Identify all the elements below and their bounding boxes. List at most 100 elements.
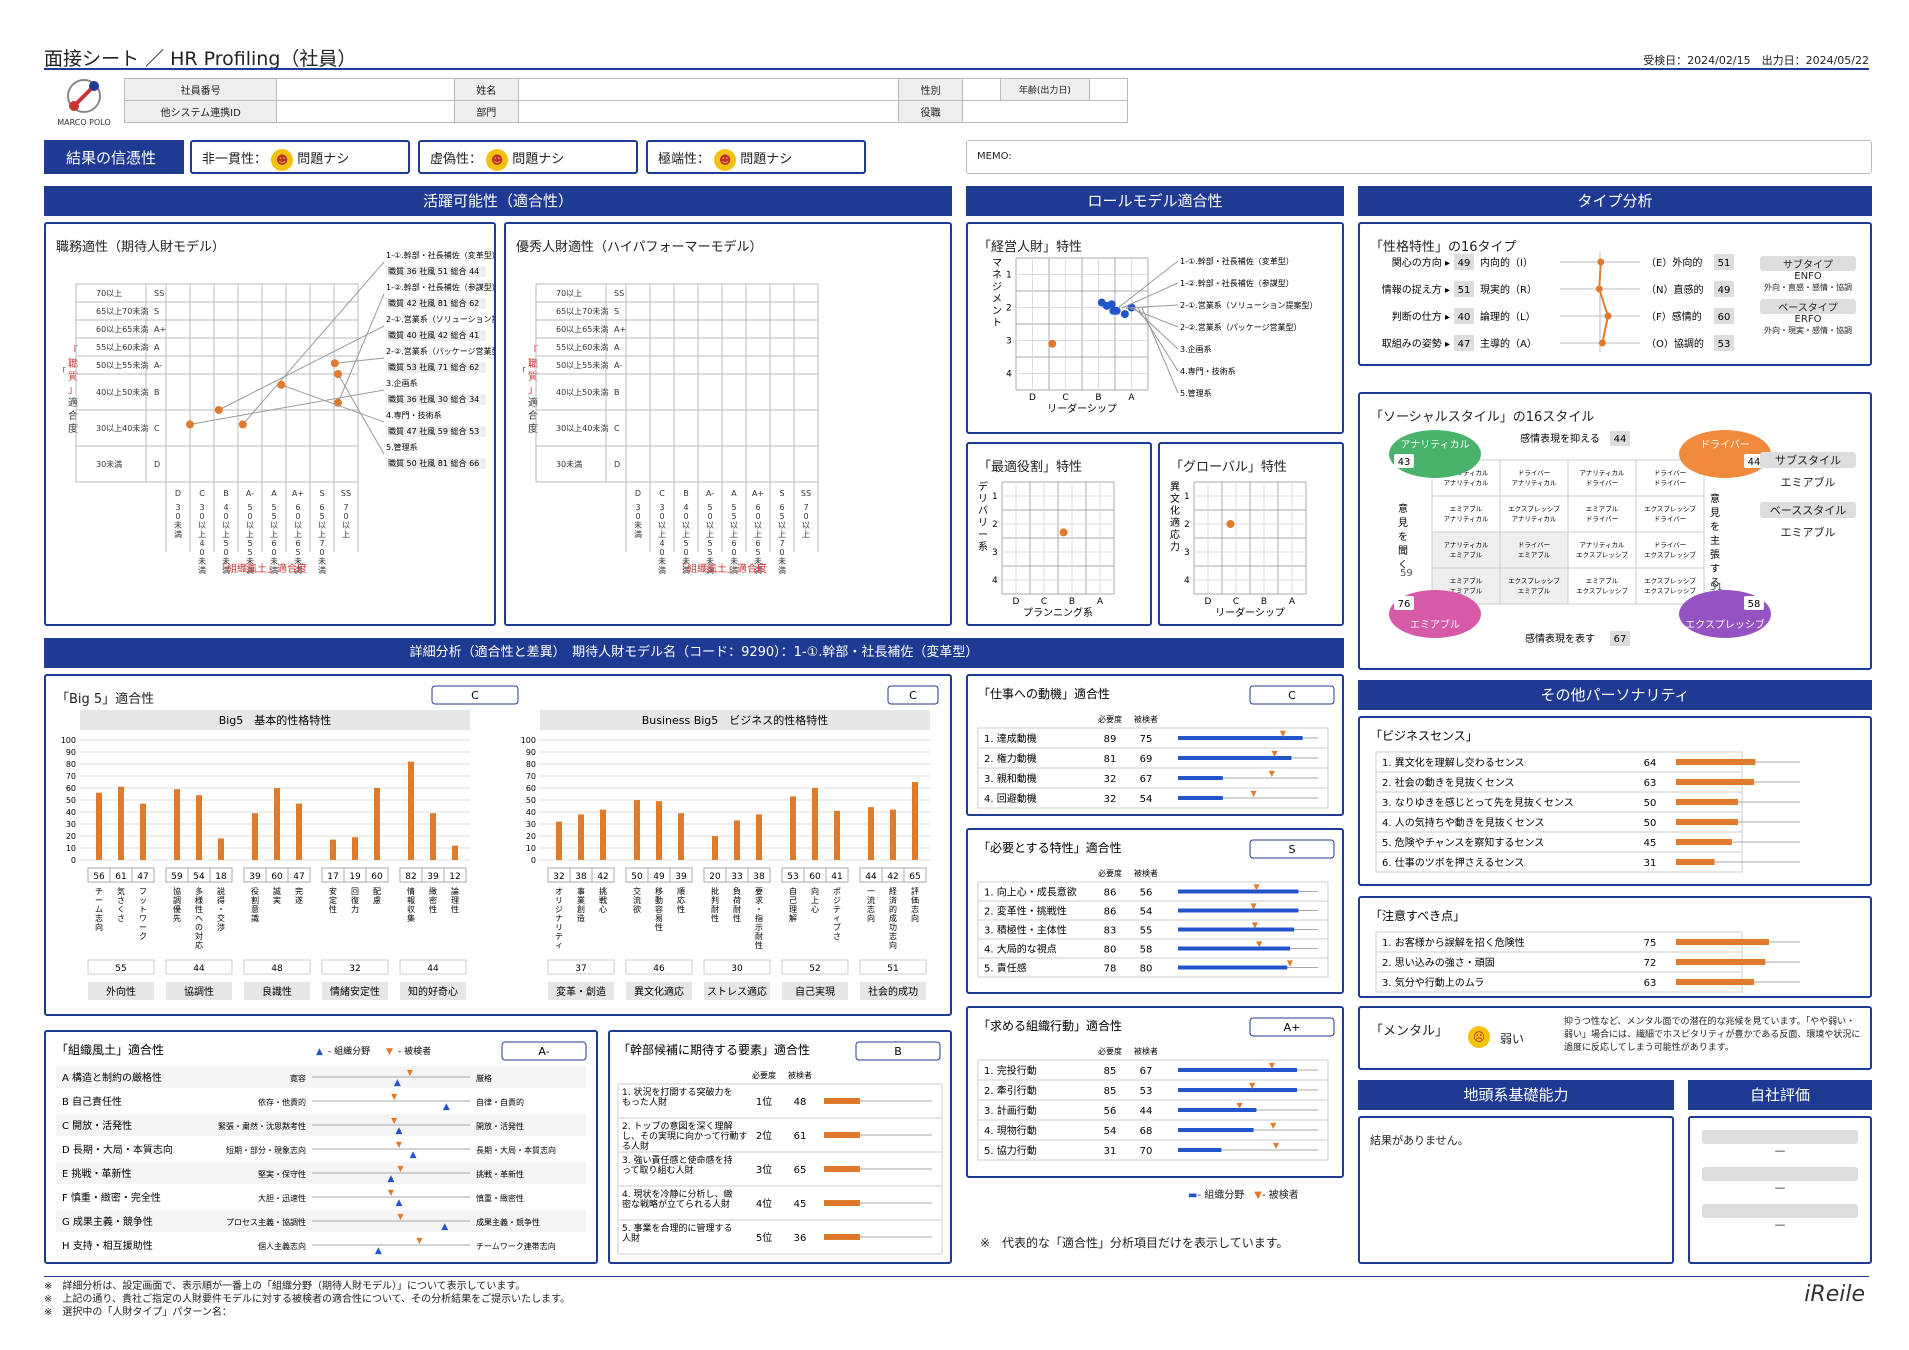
bar-label-char: ・ [217,905,225,914]
col-label-char: 0 [683,512,688,521]
culture-right: 成果主義・競争性 [476,1217,540,1227]
bar-value: 56 [93,872,105,882]
type-label: 取組みの姿勢 ▸ [1382,337,1450,350]
row-code: D [614,460,620,469]
social-cell-text: アナリティカル [1512,479,1557,487]
xlabel: プランニング系 [1023,606,1093,619]
role-point [1226,520,1235,528]
row-label: 5. 協力行動 [984,1144,1037,1157]
ylabel-char: バ [978,505,988,517]
bar-label-char: 自 [789,886,797,896]
list-label: 2. 思い込みの強さ・頑固 [1382,956,1495,969]
fit-point [214,406,223,414]
culture-right: 厳格 [476,1073,492,1083]
leader-line [281,384,385,423]
bar-label-char: 向 [811,886,819,896]
cand-title: 「幹部候補に期待する要素」適合性 [618,1042,810,1057]
bar-value: 53 [787,872,798,882]
type-left-value: 49 [1458,258,1471,269]
row-score: 55 [1140,926,1153,937]
col-code: D [635,489,641,498]
culture-right: 開放・活発性 [476,1121,524,1131]
biz-panel: 「ビジネスセンス」 1. 異文化を理解し交わるセンス 64 2. 社会の動きを見抜くセ… [1358,716,1872,886]
bar-label-char: 配 [373,887,381,896]
bar-label-char: 性 [655,922,663,932]
bar-label-char: 済 [889,895,897,905]
social-cell-text: ドライバー [1654,541,1686,549]
mental-panel: 「メンタル」 ☹ 弱い 抑うつ性など、メンタル面での潜在的な兆候を見ています。「… [1358,1006,1872,1070]
chart-title: Business Big5 ビジネス的性格特性 [642,713,829,727]
bar-label-char: 造 [577,913,585,923]
culture-left: 寛容 [290,1073,306,1083]
col-label-char: 5 [731,503,736,512]
reliability-item: 極端性： ☻ 問題ナシ [646,140,866,174]
social-cell [1567,567,1637,605]
row-score: 54 [1140,907,1153,918]
social-cell [1635,495,1705,533]
bar-label-char: 耐 [733,904,741,914]
type-right-value: 60 [1718,312,1731,323]
list-label: 3. なりゆきを感じとって先を見抜くセンス [1382,796,1574,809]
bar [868,807,874,860]
y-tick: 20 [66,832,76,841]
col-label-char: 4 [659,539,664,548]
list-bar [1676,759,1756,765]
col-label-char: 0 [199,512,204,521]
list-label: 6. 仕事のツボを押さえるセンス [1382,856,1524,869]
list-bar [1676,939,1769,945]
bar-label-char: 収 [407,904,415,914]
bar-label-char: 業 [577,895,585,905]
row-code: SS [614,289,624,298]
bar-value: 12 [449,872,460,882]
list-label: 3. 気分や行動上のムラ [1382,976,1484,989]
examinee-marker: ▼ [1269,769,1276,778]
col-head: 必要度 [1098,714,1122,724]
social-cell [1567,459,1637,497]
social-right-char: 張 [1710,549,1720,561]
cand-bar [824,1098,860,1104]
ylabel-char: 応 [1170,528,1180,541]
col-label-char: 0 [319,548,324,557]
legend-name: 2-②.営業系（パッケージ営業型） [386,346,494,356]
memo-field[interactable]: MEMO: [966,140,1872,174]
bar-label-char: 耐 [755,931,763,941]
col-label-char: 7 [319,539,324,548]
row-label: 1 [1006,271,1012,281]
row-label: 4. 大局的な視点 [984,943,1057,956]
col-head: 被検者 [1134,1046,1158,1056]
type-right-text: （N）直感的 [1646,283,1703,296]
y-tick: 60 [526,784,536,793]
bar-value: 39 [427,872,439,882]
bar-label-char: 慮 [373,895,381,905]
bar [352,837,358,860]
examinee-marker: ▼ [1280,729,1287,738]
social-cell-text: エクスプレッシブ [1644,586,1696,595]
footer-note: ※ 上記の通り、貴社ご指定の人財要件モデルに対する被検者の適合性について、その分… [44,1294,571,1305]
cand-chart: 「幹部候補に期待する要素」適合性 B 必要度 被検者 1. 状況を打開する突破力をもった… [617,1041,943,1255]
cand-label-line: 1. 状況を打開する突破力を [622,1086,732,1098]
list-value: 63 [1644,978,1657,989]
examinee-marker: ▼ [1251,789,1258,798]
examinee-marker: ▼ [1252,921,1259,930]
row-label: 2 [1006,304,1012,314]
social-cell [1499,495,1569,533]
group-name: ストレス適応 [707,985,767,998]
examinee-marker: ▼ [1251,902,1258,911]
ylabel: 「 [518,367,526,376]
social-cell-text: エクスプレッシブ [1508,576,1560,585]
row-label: 65以上70未満 [556,306,608,316]
y-tick: 10 [66,844,76,853]
job-fit-panel: 職務適性（期待人財モデル） 「「職質」適合度 70以上 SS 65以上70未満 S 60以… [44,222,496,626]
bar-label-char: 緻 [429,886,437,896]
bar-label-char: 遂 [295,895,303,905]
motive-panel: 「仕事への動機」適合性 C 必要度 被検者 1. 達成動機 89 75 ▼ 2. 権力動機 81 6… [966,674,1344,816]
col-label-char: 6 [779,503,784,512]
row-code: B [614,388,620,397]
ylabel-char: デ [978,480,988,493]
col-label-char: 7 [779,539,784,548]
bar-label-char: 流 [867,895,875,905]
list-value: 64 [1644,758,1657,769]
table-title: 「求める組織行動」適合性 [978,1018,1122,1033]
group-name: 情緒安定性 [330,985,380,998]
bar-label-char: 動 [655,896,663,905]
